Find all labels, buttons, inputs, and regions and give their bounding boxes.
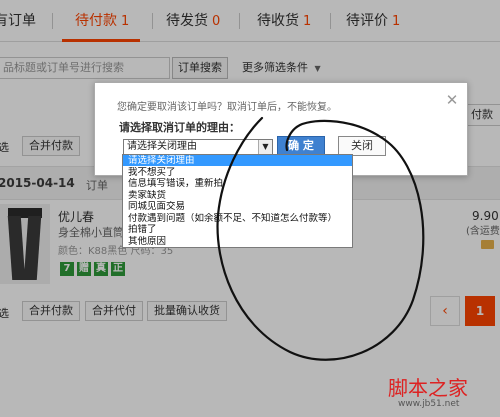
reason-option-other[interactable]: 其他原因	[123, 236, 352, 247]
reason-select[interactable]: 请选择关闭理由 ▼	[123, 139, 273, 155]
reason-option-wrong-purchase[interactable]: 拍错了	[123, 224, 352, 235]
watermark: 脚本之家 www.jb51.net	[388, 372, 498, 414]
reason-option-wrong-info[interactable]: 信息填写错误，重新拍	[123, 178, 352, 189]
reason-option-local-trade[interactable]: 同城见面交易	[123, 201, 352, 212]
close-dialog-button[interactable]: 关闭	[338, 136, 386, 156]
reason-option-placeholder[interactable]: 请选择关闭理由	[123, 155, 352, 166]
reason-dropdown-list: 请选择关闭理由 我不想买了 信息填写错误，重新拍 卖家缺货 同城见面交易 付款遇…	[122, 154, 353, 248]
reason-option-payment-problem[interactable]: 付款遇到问题（如余额不足、不知道怎么付款等）	[123, 213, 352, 224]
reason-option-dont-want[interactable]: 我不想买了	[123, 167, 352, 178]
chevron-down-icon: ▼	[258, 140, 272, 154]
cancel-notice: 您确定要取消该订单吗？取消订单后，不能恢复。	[117, 102, 337, 113]
close-icon[interactable]: ✕	[445, 93, 459, 108]
reason-option-out-of-stock[interactable]: 卖家缺货	[123, 190, 352, 201]
watermark-title: 脚本之家	[388, 376, 468, 400]
watermark-url: www.jb51.net	[398, 399, 460, 409]
reason-select-value: 请选择关闭理由	[127, 141, 197, 152]
confirm-button[interactable]: 确 定	[277, 136, 325, 156]
reason-label: 请选择取消订单的理由：	[119, 121, 240, 134]
